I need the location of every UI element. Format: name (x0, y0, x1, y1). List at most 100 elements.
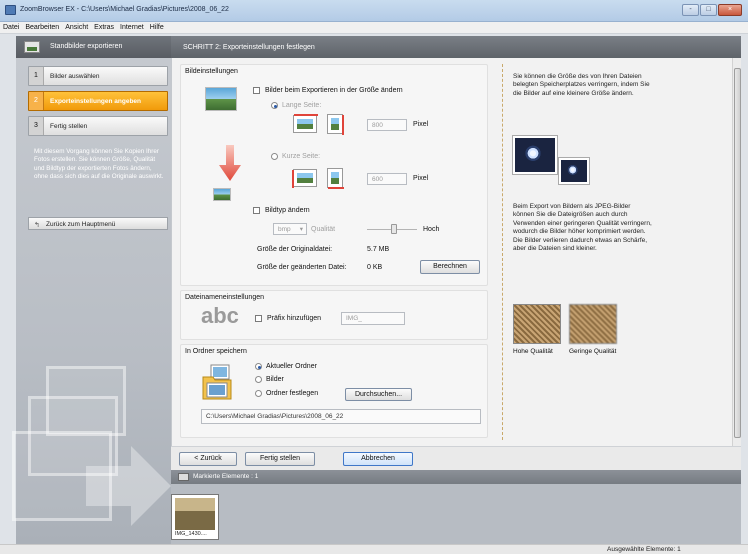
back-button[interactable]: < Zurück (179, 452, 237, 466)
long-side-label: Lange Seite: (281, 102, 322, 110)
step-select-images[interactable]: 1 Bilder auswählen (28, 66, 168, 86)
prefix-input[interactable]: IMG_ (341, 312, 405, 325)
cancel-button[interactable]: Abbrechen (343, 452, 413, 466)
abc-icon: abc (201, 303, 239, 328)
pictures-folder-option[interactable]: Bilder (255, 376, 284, 383)
prefix-option[interactable]: Präfix hinzufügen (255, 315, 321, 322)
thumbnail-image (175, 498, 215, 530)
step-label: Exporteinstellungen angeben (50, 98, 142, 105)
prefix-checkbox[interactable] (255, 315, 262, 322)
short-side-input[interactable]: 600 (367, 173, 407, 185)
prefix-label: Präfix hinzufügen (266, 315, 322, 323)
sidebar-header: Standbilder exportieren (16, 36, 171, 58)
menu-ansicht[interactable]: Ansicht (62, 22, 91, 31)
pictures-folder-label: Bilder (265, 376, 284, 384)
custom-folder-option[interactable]: Ordner festlegen (255, 390, 318, 397)
pictures-folder-radio[interactable] (255, 376, 262, 383)
image-settings-title: Bildeinstellungen (185, 68, 238, 75)
step-header: SCHRITT 2: Exporteinstellungen festlegen (171, 36, 741, 58)
original-size-label: Größe der Originaldatei: (257, 246, 333, 253)
image-preview (331, 118, 339, 130)
close-button[interactable]: × (718, 4, 742, 16)
back-to-main-menu-button[interactable]: ↰ Zurück zum Hauptmenü (28, 217, 168, 230)
height-marker (342, 115, 344, 135)
step-title: SCHRITT 2: Exporteinstellungen festlegen (183, 44, 315, 51)
minimize-button[interactable]: - (682, 4, 699, 16)
selected-count-status: Ausgewählte Elemente: 1 (607, 546, 681, 553)
original-size-value: 5.7 MB (367, 246, 390, 253)
selected-items-icon (178, 473, 189, 481)
step-finish[interactable]: 3 Fertig stellen (28, 116, 168, 136)
browse-button[interactable]: Durchsuchen... (345, 388, 412, 401)
selected-items-label: Markierte Elemente : 1 (193, 473, 259, 480)
large-sample-photo (512, 135, 558, 175)
maximize-button[interactable]: □ (700, 4, 717, 16)
menu-extras[interactable]: Extras (91, 22, 117, 31)
current-folder-option[interactable]: Aktueller Ordner (255, 363, 317, 370)
folder-settings-section: In Ordner speichern Aktueller Ordner Bil… (180, 344, 488, 438)
resize-option[interactable]: Bilder beim Exportieren in der Größe änd… (253, 87, 403, 94)
decorative-arrow-icon (86, 446, 171, 526)
folder-settings-title: In Ordner speichern (185, 348, 247, 355)
current-folder-radio[interactable] (255, 363, 262, 370)
short-side-radio[interactable] (271, 153, 278, 160)
menu-hilfe[interactable]: Hilfe (147, 22, 167, 31)
finish-button[interactable]: Fertig stellen (245, 452, 315, 466)
changed-size-label: Größe der geänderten Datei: (257, 264, 347, 271)
menu-bar: Datei Bearbeiten Ansicht Extras Internet Hilf… (0, 22, 748, 34)
image-settings-section: Bildeinstellungen Bilder beim Exportiere… (180, 64, 488, 286)
high-quality-label: Hohe Qualität (513, 348, 553, 355)
image-preview (331, 172, 339, 184)
short-side-unit: Pixel (413, 175, 429, 182)
width-marker (328, 187, 344, 189)
folder-path-input[interactable]: C:\Users\Michael Gradias\Pictures\2008_0… (201, 409, 481, 424)
long-side-input[interactable]: 800 (367, 119, 407, 131)
scroll-thumb[interactable] (734, 68, 741, 438)
change-type-checkbox[interactable] (253, 207, 260, 214)
long-side-unit: Pixel (413, 121, 429, 128)
low-quality-sample (569, 304, 617, 344)
info-panel: Sie können die Größe des von Ihren Datei… (502, 64, 734, 440)
step-export-settings[interactable]: 2 Exporteinstellungen angeben (28, 91, 168, 111)
small-image-icon (213, 188, 231, 201)
menu-bearbeiten[interactable]: Bearbeiten (22, 22, 62, 31)
resize-info-text: Sie können die Größe des von Ihren Datei… (513, 73, 650, 97)
quality-label: Qualität (311, 226, 336, 233)
quality-level-label: Hoch (423, 226, 440, 233)
wizard-description: Mit diesem Vorgang können Sie Kopien Ihr… (34, 148, 164, 180)
short-side-option[interactable]: Kurze Seite: (271, 153, 320, 160)
long-side-option[interactable]: Lange Seite: (271, 102, 321, 109)
changed-size-value: 0 KB (367, 264, 383, 271)
step-number: 1 (29, 67, 44, 85)
image-type-select[interactable]: bmp ▾ (273, 223, 307, 235)
menu-datei[interactable]: Datei (0, 22, 22, 31)
short-side-label: Kurze Seite: (281, 153, 321, 161)
quality-slider-thumb[interactable] (391, 224, 397, 234)
title-bar: ZoomBrowser EX - C:\Users\Michael Gradia… (0, 0, 748, 22)
export-photo-icon (24, 41, 40, 53)
thumbnail-label: IMG_1430.... (175, 531, 207, 537)
return-arrow-icon: ↰ (34, 222, 40, 229)
landscape-size-icon (293, 114, 318, 133)
step-number: 3 (29, 117, 44, 135)
low-quality-label: Geringe Qualität (569, 348, 617, 355)
wizard-navigation: < Zurück Fertig stellen Abbrechen (171, 446, 741, 470)
filename-settings-title: Dateinameneinstellungen (185, 294, 264, 301)
back-to-main-label: Zurück zum Hauptmenü (46, 221, 116, 228)
app-icon (5, 5, 16, 15)
long-side-radio[interactable] (271, 102, 278, 109)
filename-settings-section: Dateinameneinstellungen abc Präfix hinzu… (180, 290, 488, 340)
calculate-button[interactable]: Berechnen (420, 260, 480, 274)
change-type-option[interactable]: Bildtyp ändern (253, 207, 310, 214)
sidebar-title: Standbilder exportieren (50, 43, 123, 50)
wizard-sidebar: Standbilder exportieren 1 Bilder auswähl… (12, 36, 171, 546)
image-preview (297, 119, 313, 129)
large-image-icon (205, 87, 237, 111)
vertical-scrollbar[interactable] (732, 58, 741, 446)
custom-folder-radio[interactable] (255, 390, 262, 397)
menu-internet[interactable]: Internet (117, 22, 147, 31)
down-arrow-icon (219, 145, 241, 181)
resize-checkbox[interactable] (253, 87, 260, 94)
status-bar: Ausgewählte Elemente: 1 (0, 544, 748, 554)
selected-image-thumbnail[interactable]: IMG_1430.... (171, 494, 219, 540)
